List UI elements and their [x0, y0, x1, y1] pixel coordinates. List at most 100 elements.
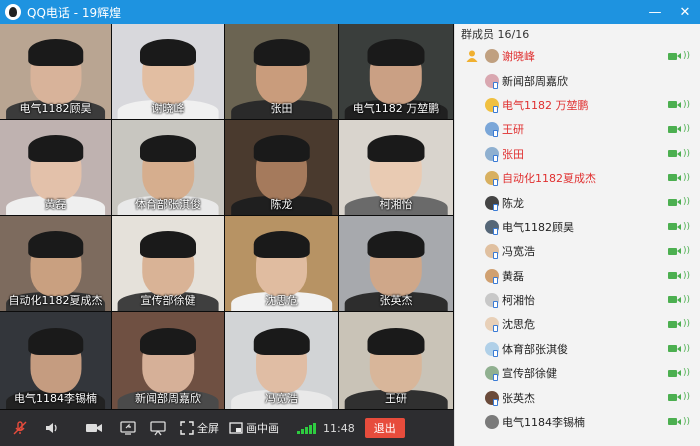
mobile-device-icon	[493, 81, 498, 89]
participant-hair	[367, 327, 425, 355]
member-name: 沈思危	[502, 318, 535, 332]
video-tile[interactable]: 宣传部徐健	[112, 216, 225, 312]
participant-hair	[140, 39, 196, 66]
participant-hair	[253, 327, 310, 355]
member-avatar	[485, 293, 499, 309]
mobile-device-icon	[493, 252, 498, 260]
member-row[interactable]: 柯湘怡))	[455, 288, 700, 312]
mobile-device-icon	[493, 325, 498, 333]
member-avatar	[485, 122, 499, 138]
camera-on-icon: ))	[667, 295, 690, 305]
member-avatar	[485, 341, 499, 357]
host-icon	[465, 49, 479, 63]
camera-on-icon: ))	[667, 149, 690, 159]
video-tile[interactable]: 电气1182顾昊	[0, 24, 112, 120]
video-tile[interactable]: 柯湘怡	[339, 120, 454, 216]
member-name: 电气1184李锡楠	[502, 416, 585, 430]
member-row[interactable]: 黄磊))	[455, 264, 700, 288]
participant-hair	[140, 327, 196, 355]
member-row[interactable]: 电气1184李锡楠))	[455, 410, 700, 434]
member-name: 张英杰	[502, 391, 535, 405]
call-toolbar: 全屏 画中画 11:48 退出	[0, 410, 454, 446]
member-row[interactable]: 体育部张淇俊))	[455, 337, 700, 361]
video-tile[interactable]: 自动化1182夏成杰	[0, 216, 112, 312]
camera-on-icon: ))	[667, 392, 690, 402]
participant-name: 电气1184李锡楠	[14, 392, 97, 405]
member-avatar	[485, 146, 499, 162]
video-tile[interactable]: 黄磊	[0, 120, 112, 216]
participant-name: 柯湘怡	[379, 198, 413, 211]
close-button[interactable]: ✕	[670, 0, 700, 24]
video-tile[interactable]: 沈思危	[225, 216, 339, 312]
member-row[interactable]: 陈龙))	[455, 190, 700, 214]
participant-hair	[140, 135, 196, 162]
window-controls: — ✕	[640, 0, 700, 24]
mic-muted-icon[interactable]	[8, 416, 32, 440]
participant-hair	[367, 135, 425, 162]
member-name: 体育部张淇俊	[502, 342, 568, 356]
member-avatar	[485, 219, 499, 235]
mobile-device-icon	[493, 105, 498, 113]
member-row[interactable]: 新闻部周嘉欣	[455, 68, 700, 92]
video-tile[interactable]: 王研	[339, 312, 454, 410]
member-row[interactable]: 张田))	[455, 142, 700, 166]
video-tile[interactable]: 冯宽浩	[225, 312, 339, 410]
participant-hair	[140, 231, 196, 258]
member-row[interactable]: 自动化1182夏成杰))	[455, 166, 700, 190]
member-row[interactable]: 宣传部徐健))	[455, 361, 700, 385]
window-title: QQ电话 - 19辉煌	[27, 5, 122, 20]
member-row[interactable]: 冯宽浩))	[455, 239, 700, 263]
speaker-icon[interactable]	[40, 416, 64, 440]
mobile-device-icon	[493, 301, 498, 309]
picture-in-picture-icon	[229, 422, 243, 434]
picture-in-picture-button[interactable]: 画中画	[229, 420, 279, 436]
title-bar: QQ电话 - 19辉煌 — ✕	[0, 0, 700, 24]
video-tile[interactable]: 陈龙	[225, 120, 339, 216]
camera-on-icon: ))	[667, 417, 690, 427]
member-name: 王研	[502, 123, 524, 137]
member-list: 谢晓峰)) 新闻部周嘉欣 电气1182 万堃鹏)) 王研)) 张田)) 自动化1182夏成…	[455, 44, 700, 434]
mobile-device-icon	[493, 179, 498, 187]
participant-hair	[367, 39, 425, 66]
mobile-device-icon	[493, 130, 498, 138]
camera-on-icon: ))	[667, 368, 690, 378]
participant-name: 张田	[270, 102, 293, 115]
camera-on-icon: ))	[667, 197, 690, 207]
member-row[interactable]: 王研))	[455, 117, 700, 141]
whiteboard-icon[interactable]	[146, 416, 170, 440]
exit-call-button[interactable]: 退出	[364, 418, 405, 438]
participant-name: 王研	[385, 392, 407, 405]
camera-on-icon: ))	[667, 222, 690, 232]
participant-hair	[253, 231, 310, 258]
screen-share-icon[interactable]	[116, 416, 140, 440]
member-row[interactable]: 张英杰))	[455, 385, 700, 409]
member-row[interactable]: 谢晓峰))	[455, 44, 700, 68]
member-row[interactable]: 电气1182顾昊))	[455, 215, 700, 239]
participant-name: 宣传部徐健	[140, 294, 196, 307]
video-tile[interactable]: 张英杰	[339, 216, 454, 312]
fullscreen-button[interactable]: 全屏	[180, 420, 219, 436]
video-tile[interactable]: 新闻部周嘉欣	[112, 312, 225, 410]
camera-on-icon: ))	[667, 319, 690, 329]
mobile-device-icon	[493, 276, 498, 284]
video-tile[interactable]: 体育部张淇俊	[112, 120, 225, 216]
member-row[interactable]: 电气1182 万堃鹏))	[455, 93, 700, 117]
mobile-device-icon	[493, 154, 498, 162]
camera-icon[interactable]	[82, 416, 106, 440]
member-name: 自动化1182夏成杰	[502, 172, 596, 186]
participant-name: 沈思危	[265, 294, 298, 307]
video-tile[interactable]: 电气1184李锡楠	[0, 312, 112, 410]
call-duration: 11:48	[323, 421, 355, 435]
camera-on-icon: ))	[667, 246, 690, 256]
camera-on-icon: ))	[667, 344, 690, 354]
member-row[interactable]: 沈思危))	[455, 312, 700, 336]
minimize-button[interactable]: —	[640, 0, 670, 24]
video-tile[interactable]: 谢晓峰	[112, 24, 225, 120]
member-avatar	[485, 49, 499, 64]
member-name: 柯湘怡	[502, 294, 535, 308]
member-avatar	[485, 366, 499, 382]
video-tile[interactable]: 电气1182 万堃鹏	[339, 24, 454, 120]
video-tile[interactable]: 张田	[225, 24, 339, 120]
qq-call-window: QQ电话 - 19辉煌 — ✕ 电气1182顾昊 谢晓峰张田 电气1182 万堃鹏黄…	[0, 0, 700, 446]
member-avatar	[485, 317, 499, 333]
